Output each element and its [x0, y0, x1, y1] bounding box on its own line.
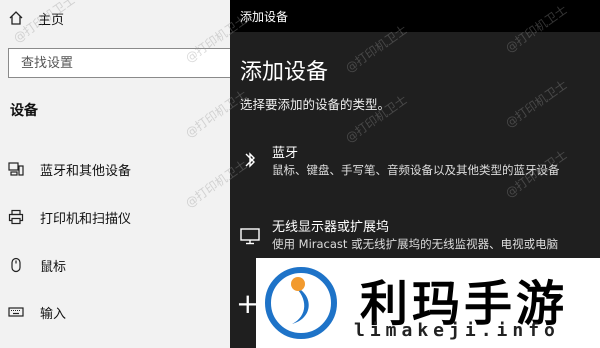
nav-item-bluetooth-devices[interactable]: 蓝牙和其他设备 [8, 157, 131, 181]
search-box[interactable] [8, 48, 232, 78]
nav-item-label: 鼠标 [40, 259, 67, 275]
nav-item-input[interactable]: 输入 [8, 300, 66, 324]
option-wireless-display[interactable]: 无线显示器或扩展坞 使用 Miracast 或无线扩展坞的无线监视器、电视或电脑 [230, 214, 600, 262]
home-label: 主页 [38, 12, 65, 28]
option-description: 鼠标、键盘、手写笔、音频设备以及其他类型的蓝牙设备 [272, 163, 560, 177]
logo-mark-icon [264, 266, 338, 340]
devices-icon [8, 161, 24, 177]
nav-item-label: 打印机和扫描仪 [40, 211, 132, 227]
section-title: 设备 [10, 103, 38, 119]
dialog-heading: 添加设备 [240, 60, 329, 85]
option-bluetooth[interactable]: 蓝牙 鼠标、键盘、手写笔、音频设备以及其他类型的蓝牙设备 [230, 140, 600, 188]
option-name: 无线显示器或扩展坞 [272, 220, 390, 235]
printer-icon [8, 209, 24, 225]
logo-domain: limakeji.info [354, 320, 560, 341]
settings-pane: 主页 设备 蓝牙和其他设备 打印机和扫描仪 鼠标 输入 [0, 0, 232, 348]
nav-item-printers[interactable]: 打印机和扫描仪 [8, 205, 131, 229]
home-icon [8, 10, 24, 26]
bluetooth-icon [240, 148, 260, 172]
keyboard-icon [8, 304, 24, 320]
nav-item-mouse[interactable]: 鼠标 [8, 253, 66, 277]
mouse-icon [8, 257, 24, 273]
nav-item-label: 输入 [40, 306, 67, 322]
option-description: 使用 Miracast 或无线扩展坞的无线监视器、电视或电脑 [272, 237, 559, 251]
nav-item-label: 蓝牙和其他设备 [40, 163, 132, 179]
home-nav-item[interactable]: 主页 [8, 8, 64, 28]
search-input[interactable] [9, 49, 221, 77]
dialog-titlebar: 添加设备 [230, 0, 600, 32]
option-name: 蓝牙 [272, 146, 299, 161]
site-logo: 利玛手游 limakeji.info [256, 258, 600, 348]
dialog-subtitle: 选择要添加的设备的类型。 [240, 97, 391, 112]
dialog-window-title: 添加设备 [240, 10, 289, 24]
monitor-icon [240, 222, 260, 246]
